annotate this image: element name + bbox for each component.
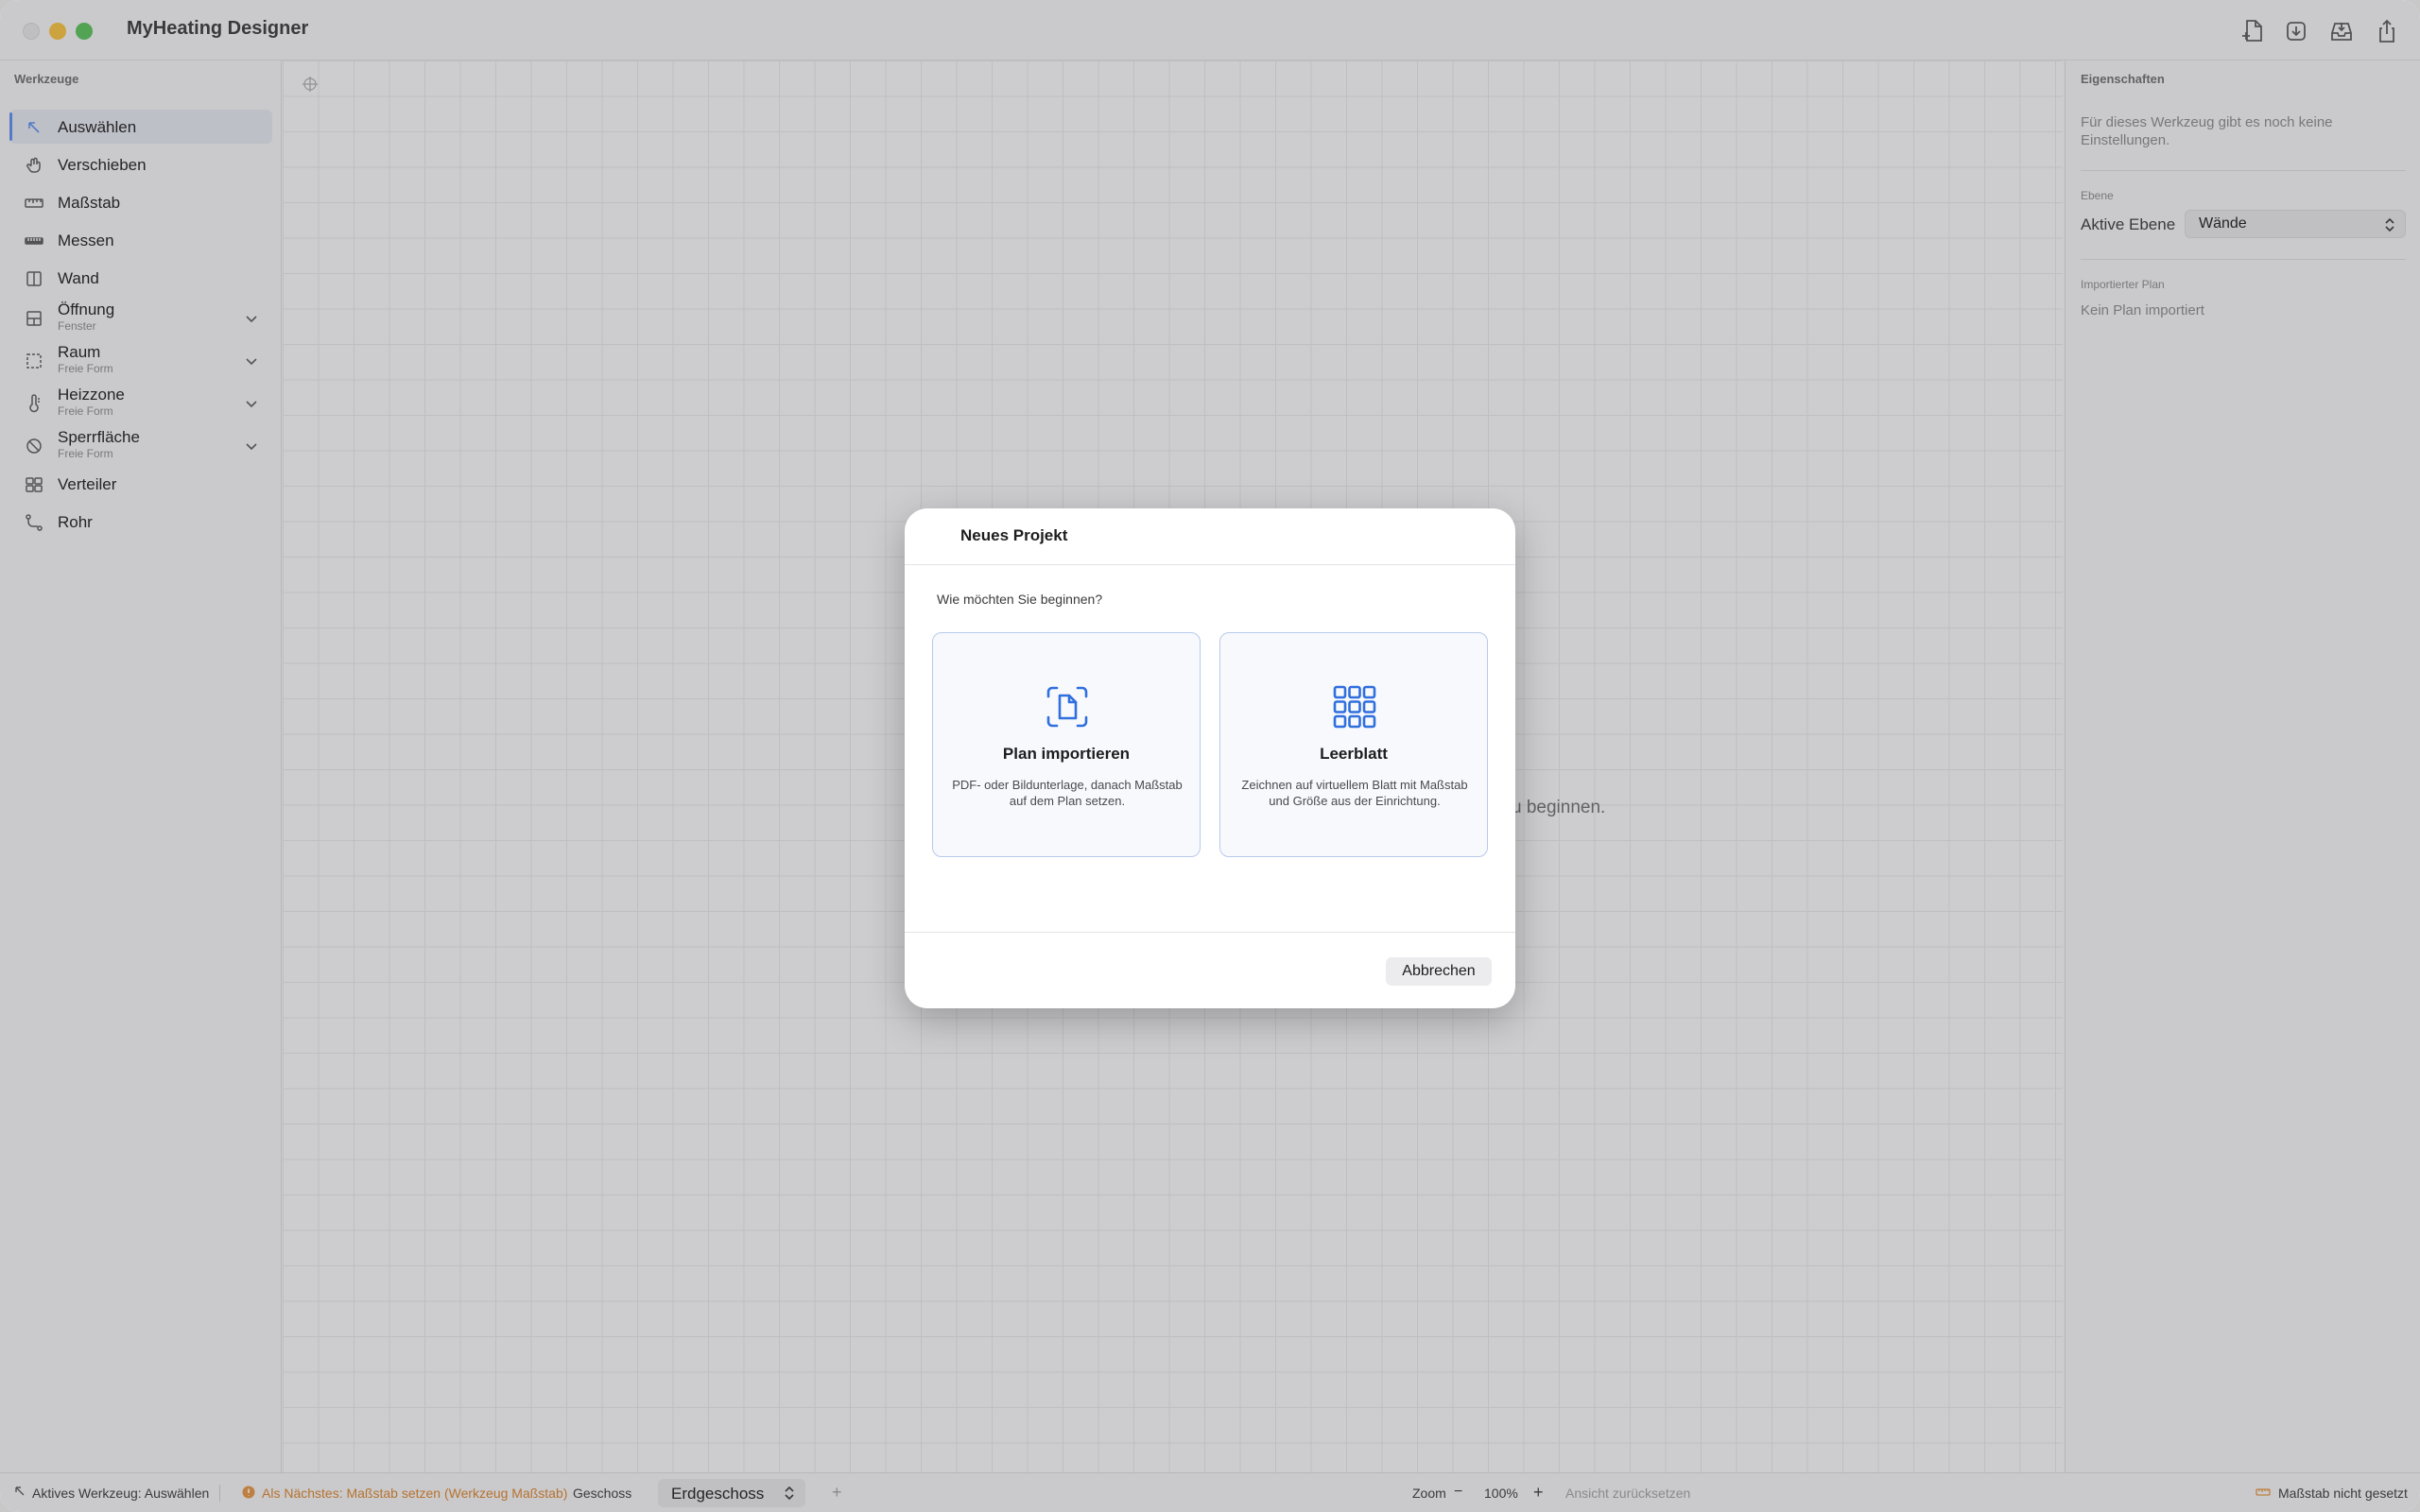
dialog-title: Neues Projekt (960, 526, 1068, 544)
dialog-divider (905, 932, 1515, 933)
option-leerblatt[interactable]: Leerblatt Zeichnen auf virtuellem Blatt … (1219, 632, 1488, 857)
option-description: PDF- oder Bildunterlage, danach Maßstab … (952, 778, 1183, 808)
option-description: Zeichnen auf virtuellem Blatt mit Maßsta… (1241, 778, 1468, 808)
new-project-dialog: Neues Projekt Wie möchten Sie beginnen? … (905, 508, 1515, 1008)
option-title: Plan importieren (1002, 745, 1131, 763)
import-document-icon (1045, 684, 1090, 730)
cancel-button[interactable]: Abbrechen (1386, 957, 1492, 986)
dialog-question: Wie möchten Sie beginnen? (937, 592, 1103, 607)
grid-icon (1332, 684, 1377, 730)
option-title: Leerblatt (1320, 745, 1388, 763)
dialog-divider (905, 564, 1515, 565)
option-plan-importieren[interactable]: Plan importieren PDF- oder Bildunterlage… (932, 632, 1201, 857)
